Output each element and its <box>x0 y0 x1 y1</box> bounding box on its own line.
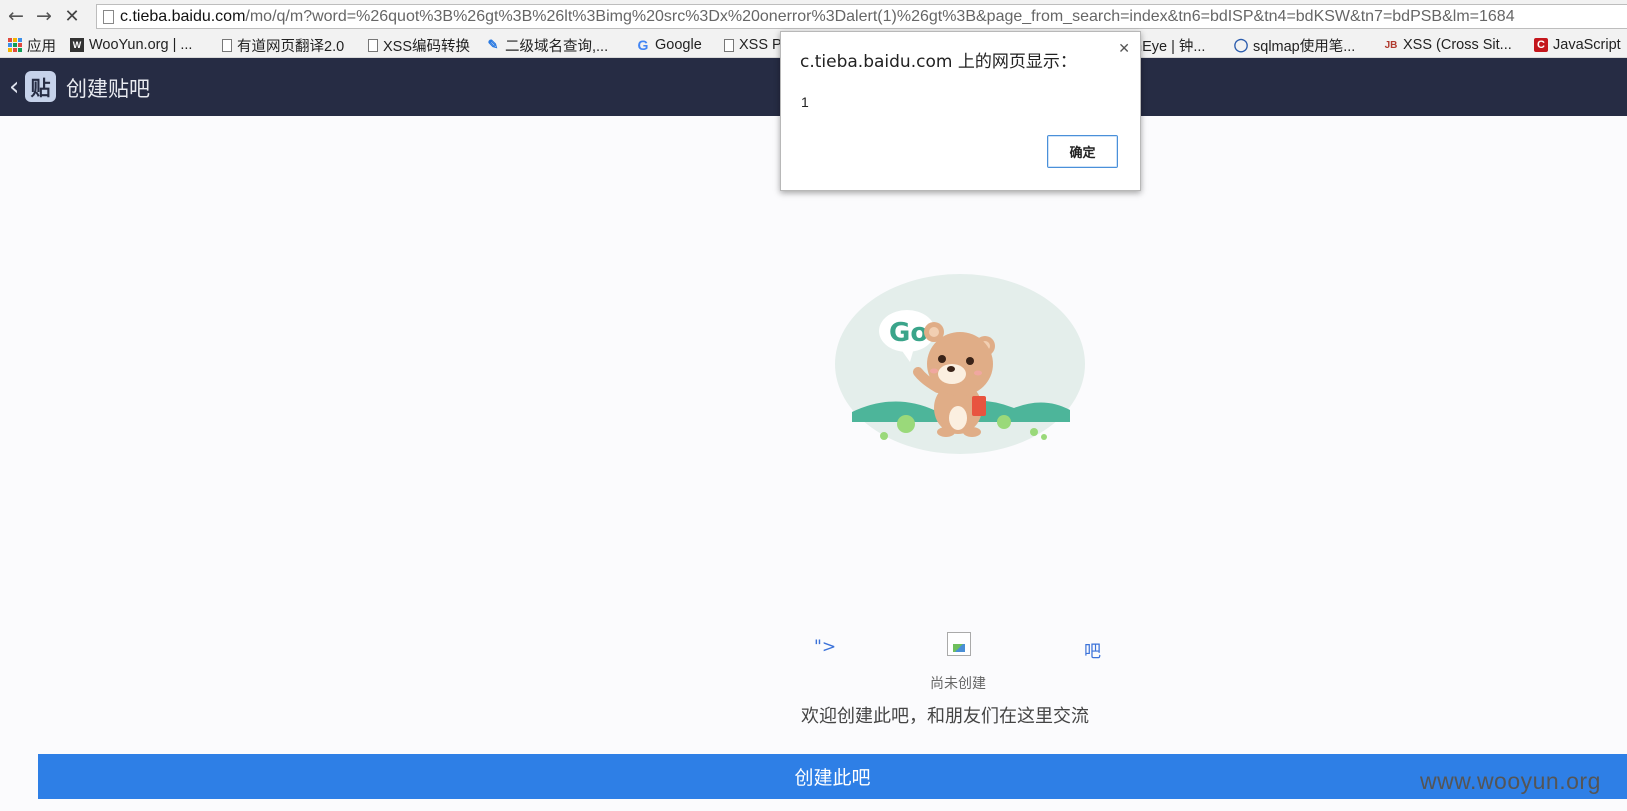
page-icon <box>368 38 378 52</box>
bookmark-zoomeye[interactable]: nEye | 钟... <box>1134 32 1205 57</box>
bookmark-javascript[interactable]: C JavaScript <box>1534 32 1621 57</box>
page-icon <box>103 9 114 24</box>
status-text: 尚未创建 <box>930 676 986 692</box>
bookmark-xss-cross-site[interactable]: JB XSS (Cross Sit... <box>1384 32 1512 57</box>
injected-text: "> <box>814 637 837 657</box>
arrow-right-icon: → <box>36 5 52 27</box>
ok-button[interactable]: 确定 <box>1047 135 1118 168</box>
close-icon[interactable]: ✕ <box>1118 41 1130 57</box>
bear-illustration: Go <box>835 274 1085 454</box>
broken-image-icon <box>947 632 971 656</box>
go-bubble-text: Go <box>889 318 928 348</box>
page-icon <box>724 38 734 52</box>
tieba-logo: 贴 <box>25 71 56 102</box>
back-button[interactable]: ← <box>2 2 30 30</box>
address-bar[interactable]: c.tieba.baidu.com/mo/q/m?word=%26quot%3B… <box>96 4 1627 29</box>
jb-icon: JB <box>1384 39 1398 51</box>
arrow-left-icon: ← <box>8 5 24 27</box>
welcome-text: 欢迎创建此吧，和朋友们在这里交流 <box>801 706 1089 727</box>
pen-icon: ✎ <box>487 37 499 52</box>
bookmark-sqlmap[interactable]: ◯ sqlmap使用笔... <box>1233 32 1356 57</box>
bookmark-subdomain[interactable]: ✎ 二级域名查询,... <box>486 32 609 57</box>
dialog-title: c.tieba.baidu.com 上的网页显示： <box>800 52 1077 72</box>
bookmark-google[interactable]: G Google <box>636 32 702 57</box>
shield-icon: ◯ <box>1233 37 1249 52</box>
forum-suffix: 吧 <box>1084 642 1101 662</box>
dialog-message: 1 <box>801 94 809 110</box>
apps-grid-icon <box>8 38 22 52</box>
bookmark-apps[interactable]: 应用 <box>8 32 56 57</box>
watermark: www.wooyun.org <box>1420 768 1601 794</box>
forward-button[interactable]: → <box>30 2 58 30</box>
stop-button[interactable]: ✕ <box>58 2 86 30</box>
page-icon <box>222 38 232 52</box>
url-text: c.tieba.baidu.com/mo/q/m?word=%26quot%3B… <box>120 7 1515 25</box>
page-title: 创建贴吧 <box>66 77 150 101</box>
bookmark-xss-encode[interactable]: XSS编码转换 <box>368 32 470 57</box>
alert-dialog: c.tieba.baidu.com 上的网页显示： ✕ 1 确定 <box>780 31 1141 191</box>
browser-toolbar: ← → ✕ c.tieba.baidu.com/mo/q/m?word=%26q… <box>0 0 1627 32</box>
create-forum-button[interactable]: 创建此吧 <box>38 754 1627 799</box>
bookmark-wooyun[interactable]: W WooYun.org | ... <box>70 32 192 57</box>
close-icon: ✕ <box>64 5 80 27</box>
c-icon: C <box>1534 38 1548 52</box>
bookmark-youdao[interactable]: 有道网页翻译2.0 <box>222 32 344 57</box>
bookmark-xss-p[interactable]: XSS P <box>724 32 782 57</box>
wooyun-icon: W <box>70 38 84 52</box>
chevron-left-icon[interactable]: ‹ <box>9 72 19 102</box>
google-icon: G <box>637 37 649 53</box>
